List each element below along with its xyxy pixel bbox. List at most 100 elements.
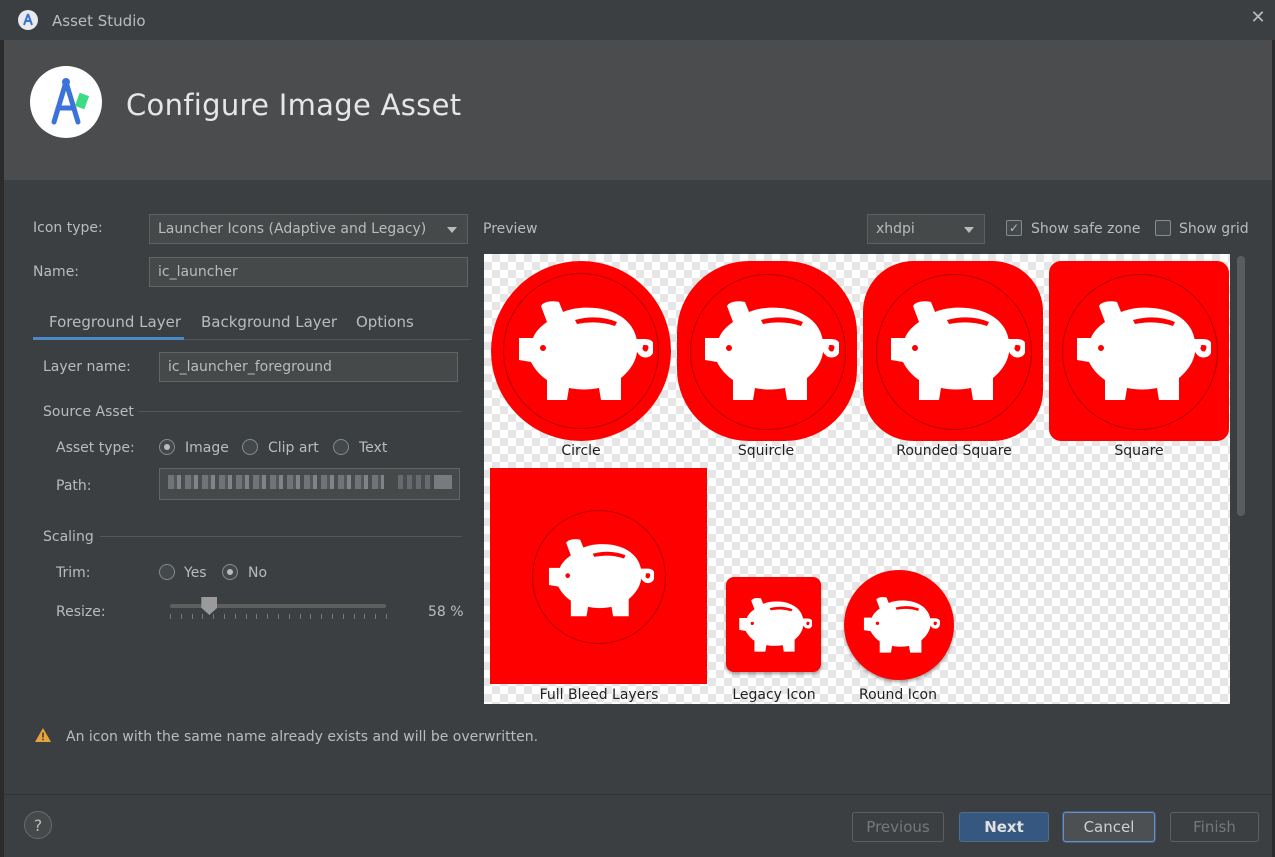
android-studio-icon bbox=[18, 10, 38, 30]
show-grid-label[interactable]: Show grid bbox=[1179, 221, 1249, 237]
caption-square: Square bbox=[1114, 443, 1164, 459]
slider-tick bbox=[342, 614, 344, 619]
slider-tick bbox=[180, 614, 182, 619]
piggy-bank-icon bbox=[513, 296, 653, 406]
slider-tick bbox=[256, 614, 258, 619]
path-redacted-text-2 bbox=[398, 475, 432, 489]
wizard-footer: ? Previous Next Cancel Finish bbox=[4, 794, 1272, 857]
asset-type-image-radio[interactable] bbox=[159, 439, 175, 455]
slider-tick bbox=[224, 614, 225, 619]
caption-round: Round Icon bbox=[858, 687, 937, 703]
previous-button[interactable]: Previous bbox=[852, 812, 944, 842]
trim-no-label[interactable]: No bbox=[248, 565, 267, 581]
dialog-titlebar: Asset Studio ✕ bbox=[0, 0, 1275, 41]
show-safe-zone-checkbox[interactable]: ✓ bbox=[1006, 220, 1022, 236]
preview-canvas: Circle Squircle Rounded Square Square Fu… bbox=[484, 254, 1230, 704]
close-icon[interactable]: ✕ bbox=[1248, 8, 1268, 28]
layer-name-label: Layer name: bbox=[43, 359, 131, 375]
rounded-square-icon-preview bbox=[863, 261, 1043, 441]
name-label: Name: bbox=[33, 264, 80, 280]
chevron-down-icon bbox=[964, 227, 974, 233]
slider-tick bbox=[278, 614, 279, 619]
chevron-down-icon bbox=[447, 227, 457, 233]
slider-knob[interactable] bbox=[201, 597, 218, 615]
slider-tick bbox=[170, 614, 171, 619]
resize-label: Resize: bbox=[56, 604, 106, 620]
caption-legacy: Legacy Icon bbox=[732, 687, 816, 703]
resize-slider[interactable] bbox=[168, 596, 388, 624]
path-redacted-text bbox=[168, 475, 384, 489]
help-button[interactable]: ? bbox=[24, 811, 52, 839]
slider-tick bbox=[386, 614, 387, 619]
icon-type-select[interactable]: Launcher Icons (Adaptive and Legacy) bbox=[149, 214, 468, 244]
icon-type-label: Icon type: bbox=[33, 220, 103, 236]
slider-tick bbox=[245, 614, 247, 619]
slider-tick bbox=[234, 614, 236, 619]
preview-label: Preview bbox=[483, 221, 538, 237]
cancel-button[interactable]: Cancel bbox=[1063, 812, 1155, 842]
piggy-bank-icon bbox=[1071, 296, 1211, 406]
warning-message: An icon with the same name already exist… bbox=[66, 729, 539, 745]
icon-type-value: Launcher Icons (Adaptive and Legacy) bbox=[158, 221, 427, 237]
path-input[interactable] bbox=[159, 468, 460, 500]
show-safe-zone-label[interactable]: Show safe zone bbox=[1031, 221, 1141, 237]
slider-tick bbox=[213, 614, 215, 619]
resize-value: 58 % bbox=[428, 604, 464, 620]
piggy-bank-icon bbox=[699, 296, 839, 406]
tab-background-layer[interactable]: Background Layer bbox=[201, 313, 337, 331]
slider-tick bbox=[267, 614, 269, 619]
trim-yes-label[interactable]: Yes bbox=[184, 565, 207, 581]
source-asset-title: Source Asset bbox=[43, 404, 134, 420]
square-icon-preview bbox=[1049, 261, 1229, 441]
path-label: Path: bbox=[56, 478, 92, 494]
folder-icon[interactable] bbox=[434, 475, 452, 489]
piggy-bank-icon bbox=[885, 296, 1025, 406]
piggy-bank-icon bbox=[544, 535, 654, 621]
slider-tick bbox=[375, 614, 377, 619]
slider-tick bbox=[310, 614, 312, 619]
slider-tick bbox=[332, 614, 333, 619]
trim-no-radio[interactable] bbox=[222, 564, 238, 580]
slider-tick bbox=[321, 614, 323, 619]
piggy-bank-icon bbox=[862, 595, 940, 655]
slider-tick bbox=[353, 614, 355, 619]
circle-icon-preview bbox=[491, 261, 671, 441]
density-select[interactable]: xhdpi bbox=[867, 214, 985, 244]
active-tab-indicator bbox=[33, 337, 184, 340]
squircle-icon-preview bbox=[677, 261, 857, 441]
name-input[interactable]: ic_launcher bbox=[149, 257, 468, 287]
layer-name-input[interactable]: ic_launcher_foreground bbox=[159, 352, 458, 382]
caption-squircle: Squircle bbox=[737, 443, 795, 459]
caption-circle: Circle bbox=[561, 443, 601, 459]
preview-scrollbar[interactable] bbox=[1235, 254, 1247, 704]
piggy-bank-icon bbox=[737, 596, 812, 654]
trim-label: Trim: bbox=[56, 565, 91, 581]
scrollbar-thumb[interactable] bbox=[1237, 256, 1245, 516]
slider-tick bbox=[288, 614, 290, 619]
android-studio-logo bbox=[30, 66, 102, 138]
density-value: xhdpi bbox=[876, 221, 915, 237]
show-grid-checkbox[interactable] bbox=[1155, 220, 1171, 236]
scaling-separator bbox=[100, 536, 462, 537]
asset-type-text-label[interactable]: Text bbox=[359, 440, 387, 456]
legacy-icon-preview bbox=[726, 577, 821, 672]
asset-type-clipart-radio[interactable] bbox=[242, 439, 258, 455]
next-button[interactable]: Next bbox=[959, 812, 1049, 842]
asset-type-clipart-label[interactable]: Clip art bbox=[268, 440, 319, 456]
window-title: Asset Studio bbox=[52, 12, 146, 30]
warning-icon bbox=[35, 728, 51, 742]
scaling-title: Scaling bbox=[43, 529, 94, 545]
caption-full-bleed: Full Bleed Layers bbox=[539, 687, 659, 703]
asset-type-text-radio[interactable] bbox=[333, 439, 349, 455]
slider-tick bbox=[299, 614, 301, 619]
wizard-header: Configure Image Asset bbox=[4, 40, 1272, 180]
trim-yes-radio[interactable] bbox=[159, 564, 175, 580]
page-title: Configure Image Asset bbox=[126, 88, 462, 122]
tab-options[interactable]: Options bbox=[356, 313, 414, 331]
finish-button[interactable]: Finish bbox=[1170, 812, 1259, 842]
full-bleed-icon-preview bbox=[490, 468, 707, 684]
round-icon-preview bbox=[844, 570, 954, 680]
tab-foreground-layer[interactable]: Foreground Layer bbox=[49, 313, 181, 331]
asset-type-image-label[interactable]: Image bbox=[185, 440, 229, 456]
slider-tick bbox=[364, 614, 366, 619]
